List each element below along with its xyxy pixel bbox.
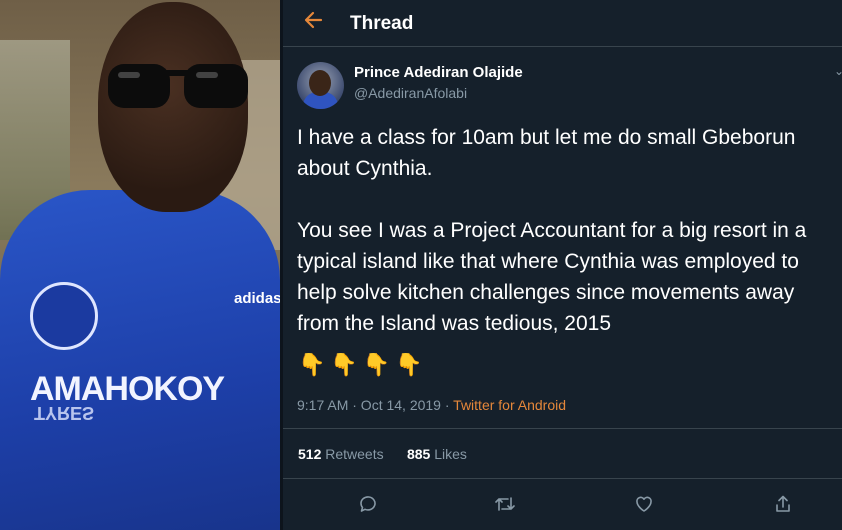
club-crest: [30, 282, 98, 350]
tweet-stats: 512 Retweets 885 Likes: [298, 446, 467, 462]
sunglasses: [108, 64, 248, 108]
reply-icon[interactable]: [353, 489, 383, 519]
like-icon[interactable]: [629, 489, 659, 519]
divider: [283, 428, 842, 429]
profile-photo: adidas AMAHOKOY TYRES: [0, 0, 280, 530]
jersey: [0, 190, 280, 530]
retweets-label: Retweets: [325, 446, 384, 462]
tweet-meta: 9:17 AM · Oct 14, 2019 · Twitter for And…: [297, 397, 566, 413]
divider: [283, 478, 842, 479]
thread-header: Thread: [283, 0, 842, 47]
author-name[interactable]: Prince Adediran Olajide: [354, 64, 523, 81]
author-handle[interactable]: @AdediranAfolabi: [354, 85, 467, 101]
more-options-icon[interactable]: ⌄: [834, 64, 842, 76]
panel-divider: [280, 0, 283, 530]
back-arrow-icon[interactable]: [303, 10, 323, 36]
tweet-actions: [283, 485, 842, 521]
share-icon[interactable]: [768, 489, 798, 519]
pointing-down-emoji: 👇👇👇👇: [298, 352, 428, 377]
brand-logo: adidas: [234, 290, 280, 307]
timestamp[interactable]: 9:17 AM · Oct 14, 2019 ·: [297, 397, 453, 413]
retweets-count: 512: [298, 446, 322, 462]
avatar[interactable]: [297, 62, 344, 109]
shirt-sponsor-sub: TYRES: [34, 403, 95, 423]
page-title: Thread: [350, 13, 414, 34]
likes-stat[interactable]: 885 Likes: [407, 446, 467, 462]
retweets-stat[interactable]: 512 Retweets: [298, 446, 384, 462]
avatar-face: [309, 70, 331, 96]
retweet-icon[interactable]: [490, 489, 520, 519]
likes-label: Likes: [434, 446, 467, 462]
tweet-text: I have a class for 10am but let me do sm…: [297, 126, 807, 335]
tweet-source[interactable]: Twitter for Android: [453, 397, 566, 413]
likes-count: 885: [406, 446, 431, 462]
